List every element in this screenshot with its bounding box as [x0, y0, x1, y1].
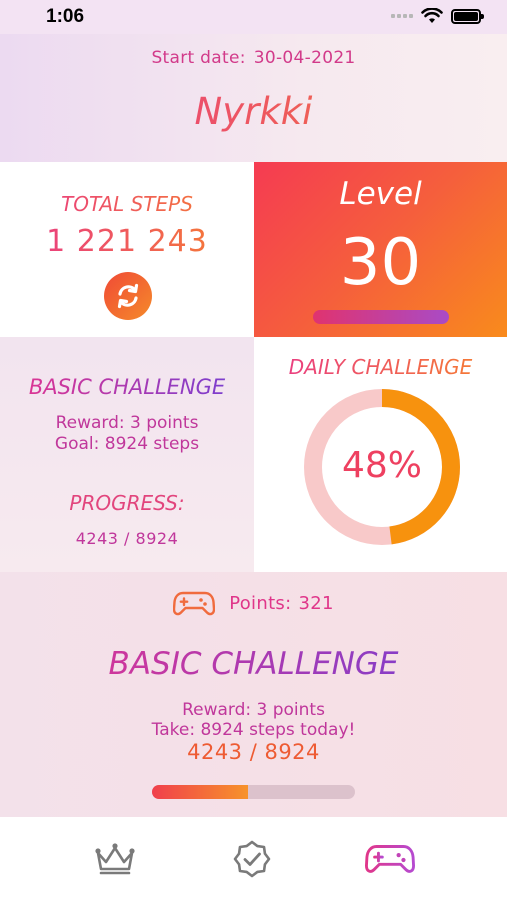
gamepad-icon [365, 845, 415, 873]
refresh-icon [117, 283, 139, 309]
level-value: 30 [339, 226, 422, 300]
tab-challenges[interactable] [365, 837, 415, 881]
status-bar: 1:06 [0, 0, 507, 34]
crown-icon [95, 843, 135, 875]
tab-achievements[interactable] [227, 837, 277, 881]
start-date: Start date: 30-04-2021 [0, 48, 507, 68]
wifi-icon [421, 8, 443, 23]
status-icons [391, 8, 484, 24]
daily-challenge-title: DAILY CHALLENGE [254, 355, 507, 379]
level-card: Level 30 [254, 162, 507, 337]
challenge-reward: Reward: 3 points [182, 700, 325, 720]
points-display: Points: 321 [229, 593, 334, 614]
basic-challenge-card: BASIC CHALLENGE Reward: 3 points Goal: 8… [0, 337, 254, 572]
points-row: Points: 321 [0, 590, 507, 616]
tab-leaderboard[interactable] [90, 837, 140, 881]
badge-check-icon [233, 840, 271, 878]
points-value: 321 [298, 592, 334, 614]
daily-percent: 48% [341, 445, 422, 486]
challenge-instruction: Take: 8924 steps today! [151, 720, 356, 740]
tab-bar [0, 817, 507, 900]
points-label: Points: [229, 592, 292, 614]
level-progress-bar [313, 310, 449, 324]
status-time: 1:06 [46, 6, 85, 27]
progress-value: 4243 / 8924 [75, 529, 179, 548]
total-steps-value: 1 221 243 [0, 224, 254, 259]
refresh-button[interactable] [104, 272, 152, 320]
basic-challenge-title: BASIC CHALLENGE [0, 375, 254, 399]
battery-icon [451, 8, 484, 24]
basic-challenge-goal: Goal: 8924 steps [54, 434, 200, 454]
start-date-label: Start date: [151, 48, 246, 68]
points-panel: Points: 321 BASIC CHALLENGE Reward: 3 poi… [0, 572, 507, 817]
daily-challenge-card: DAILY CHALLENGE 48% [254, 337, 507, 572]
signal-icon [391, 14, 413, 18]
total-steps-title: TOTAL STEPS [0, 192, 254, 216]
progress-title: PROGRESS: [69, 491, 185, 515]
challenge-title: BASIC CHALLENGE [0, 646, 507, 682]
profile-header: Start date: 30-04-2021 Nyrkki [0, 34, 507, 162]
start-date-value: 30-04-2021 [253, 48, 356, 68]
level-label: Level [339, 176, 422, 212]
basic-challenge-reward: Reward: 3 points [55, 413, 199, 433]
challenge-progress-bar [152, 785, 355, 799]
user-name: Nyrkki [0, 90, 507, 133]
total-steps-card: TOTAL STEPS 1 221 243 [0, 162, 254, 337]
challenge-progress: 4243 / 8924 [187, 740, 320, 764]
gamepad-icon [173, 591, 216, 616]
challenge-progress-bar-fill [152, 785, 249, 799]
